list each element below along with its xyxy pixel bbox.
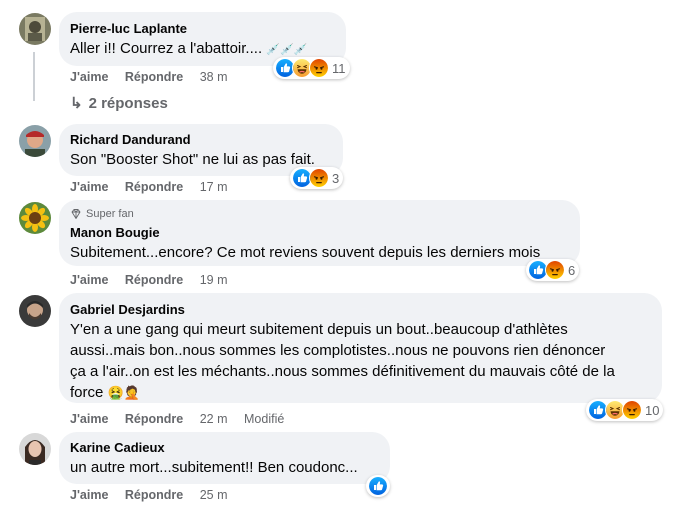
comment-text: Aller i!! Courrez a l'abattoir.... 💉💉💉 [70, 38, 307, 61]
reply-button[interactable]: Répondre [125, 273, 183, 287]
reaction-count: 11 [332, 60, 346, 76]
reaction-summary[interactable]: 3 [290, 167, 344, 189]
comment-text-line: ça a l'air..on est les méchants..nous so… [70, 363, 615, 380]
avatar-image [19, 125, 51, 157]
angry-icon [309, 58, 329, 78]
like-button[interactable]: J'aime [70, 70, 108, 84]
comment-actions: J'aime Répondre 17 m [70, 180, 228, 194]
comment-text: Subitement...encore? Ce mot reviens souv… [70, 244, 541, 261]
comment-author[interactable]: Richard Dandurand [70, 132, 191, 147]
like-button[interactable]: J'aime [70, 412, 108, 426]
like-icon [368, 476, 388, 496]
timestamp[interactable]: 17 m [200, 180, 228, 194]
comment-actions: J'aime Répondre 22 m Modifié [70, 412, 284, 426]
avatar[interactable] [19, 295, 51, 327]
reaction-summary[interactable]: 11 [273, 57, 350, 79]
avatar-image [19, 202, 51, 234]
edited-label: Modifié [244, 412, 285, 426]
syringe-emoji: 💉💉💉 [266, 44, 308, 56]
comment-author[interactable]: Karine Cadieux [70, 440, 165, 455]
reaction-summary[interactable] [366, 475, 390, 497]
comment-actions: J'aime Répondre 25 m [70, 488, 228, 502]
avatar-image [19, 295, 51, 327]
timestamp[interactable]: 25 m [200, 488, 228, 502]
reply-button[interactable]: Répondre [125, 180, 183, 194]
like-button[interactable]: J'aime [70, 488, 108, 502]
view-replies-link[interactable]: ↳ 2 réponses [70, 94, 168, 112]
reply-button[interactable]: Répondre [125, 412, 183, 426]
avatar-image [19, 13, 51, 45]
comment-text: Son "Booster Shot" ne lui as pas fait. [70, 151, 315, 168]
comment-text-line-last: force 🤮🤦 [70, 382, 655, 403]
avatar[interactable] [19, 433, 51, 465]
angry-icon [545, 260, 565, 280]
avatar[interactable] [19, 13, 51, 45]
reaction-count: 10 [645, 402, 660, 418]
avatar[interactable] [19, 202, 51, 234]
emoji: 🤮🤦 [107, 385, 140, 400]
angry-icon [309, 168, 329, 188]
angry-icon [622, 400, 642, 420]
comment-author[interactable]: Gabriel Desjardins [70, 302, 185, 317]
avatar-image [19, 433, 51, 465]
like-button[interactable]: J'aime [70, 180, 108, 194]
comment-actions: J'aime Répondre 19 m [70, 273, 228, 287]
reaction-summary[interactable]: 10 [586, 399, 664, 421]
timestamp[interactable]: 19 m [200, 273, 228, 287]
thread-line [33, 52, 69, 101]
reply-button[interactable]: Répondre [125, 488, 183, 502]
super-fan-badge[interactable]: Super fan [70, 208, 134, 220]
comment-actions: J'aime Répondre 38 m [70, 70, 228, 84]
timestamp[interactable]: 38 m [200, 70, 228, 84]
replies-count-label: 2 réponses [88, 95, 168, 112]
reply-button[interactable]: Répondre [125, 70, 183, 84]
comment-author[interactable]: Manon Bougie [70, 225, 160, 240]
like-button[interactable]: J'aime [70, 273, 108, 287]
comment-text-line: Y'en a une gang qui meurt subitement dep… [70, 321, 568, 338]
timestamp[interactable]: 22 m [200, 412, 228, 426]
reaction-count: 3 [332, 170, 340, 186]
comment-author[interactable]: Pierre-luc Laplante [70, 21, 187, 36]
reply-arrow-icon: ↳ [70, 95, 83, 112]
comment-text-body: Aller i!! Courrez a l'abattoir.... [70, 40, 263, 57]
comment-text-line: aussi..mais bon..nous sommes les complot… [70, 342, 606, 359]
reaction-count: 6 [568, 262, 576, 278]
badge-label: Super fan [86, 208, 134, 220]
avatar[interactable] [19, 125, 51, 157]
comment-text: Y'en a une gang qui meurt subitement dep… [70, 319, 655, 403]
diamond-icon [71, 209, 81, 219]
reaction-summary[interactable]: 6 [526, 259, 580, 281]
comment-text: un autre mort...subitement!! Ben coudonc… [70, 459, 358, 476]
comment-text-line: force [70, 384, 104, 401]
